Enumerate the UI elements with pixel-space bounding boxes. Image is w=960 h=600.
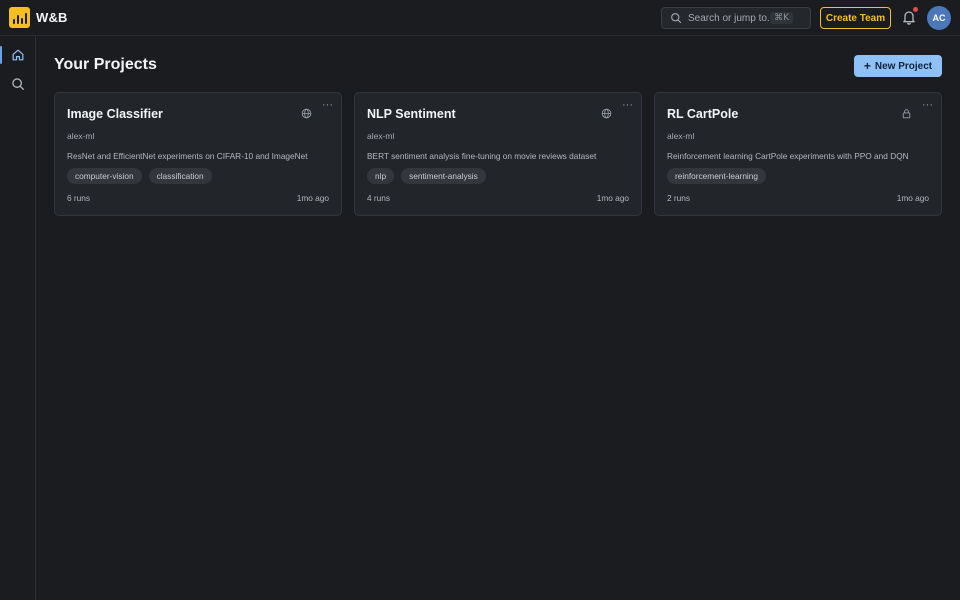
sidebar-item-home[interactable] (0, 43, 36, 67)
project-card[interactable]: Image Classifier ··· alex-ml ResNet and … (54, 92, 342, 216)
notifications-button[interactable] (901, 7, 918, 25)
project-run-count: 2 runs (667, 193, 691, 203)
project-description: ResNet and EfficientNet experiments on C… (67, 151, 308, 161)
project-title[interactable]: Image Classifier (67, 107, 163, 121)
project-tag[interactable]: computer-vision (67, 168, 142, 184)
project-updated-time: 1mo ago (596, 193, 629, 203)
top-bar: W&B Search or jump to... ⌘K Create Team … (0, 0, 960, 36)
project-tag[interactable]: sentiment-analysis (401, 168, 486, 184)
sidebar-item-search[interactable] (0, 72, 36, 96)
page-title: Your Projects (54, 56, 157, 73)
more-options-icon[interactable]: ··· (622, 99, 633, 111)
project-description: BERT sentiment analysis fine-tuning on m… (367, 151, 597, 161)
project-card[interactable]: RL CartPole ··· alex-ml Reinforcement le… (654, 92, 942, 216)
create-team-button[interactable]: Create Team (820, 7, 891, 29)
project-tags: reinforcement-learning (667, 168, 767, 184)
new-project-label: New Project (874, 60, 933, 72)
project-tag[interactable]: reinforcement-learning (667, 168, 767, 184)
project-updated-time: 1mo ago (896, 193, 929, 203)
project-owner[interactable]: alex-ml (367, 131, 394, 141)
notification-unread-dot (913, 7, 918, 12)
project-tag[interactable]: classification (148, 168, 212, 184)
plus-icon: + (863, 59, 871, 73)
wandb-logo-icon[interactable] (9, 7, 30, 28)
project-title[interactable]: RL CartPole (667, 107, 738, 121)
project-updated-time: 1mo ago (296, 193, 329, 203)
project-run-count: 4 runs (367, 193, 391, 203)
globe-icon (601, 108, 612, 119)
sidebar (0, 36, 36, 600)
lock-icon (902, 109, 911, 119)
search-bar[interactable]: Search or jump to... ⌘K (661, 7, 811, 29)
project-tags: computer-vision classification (67, 168, 212, 184)
project-run-count: 6 runs (67, 193, 91, 203)
brand-name[interactable]: W&B (36, 10, 68, 25)
project-title[interactable]: NLP Sentiment (367, 107, 456, 121)
globe-icon (301, 108, 312, 119)
search-icon (671, 13, 682, 24)
user-avatar[interactable]: AC (927, 6, 951, 30)
more-options-icon[interactable]: ··· (922, 99, 933, 111)
more-options-icon[interactable]: ··· (322, 99, 333, 111)
new-project-button[interactable]: + New Project (854, 55, 942, 77)
home-icon (12, 49, 24, 61)
project-description: Reinforcement learning CartPole experime… (667, 151, 909, 161)
project-owner[interactable]: alex-ml (667, 131, 694, 141)
search-shortcut-badge: ⌘K (770, 12, 793, 24)
search-placeholder: Search or jump to... (688, 12, 771, 24)
search-icon (12, 78, 24, 90)
project-owner[interactable]: alex-ml (67, 131, 94, 141)
project-tag[interactable]: nlp (367, 168, 395, 184)
project-tags: nlp sentiment-analysis (367, 168, 486, 184)
project-card[interactable]: NLP Sentiment ··· alex-ml BERT sentiment… (354, 92, 642, 216)
